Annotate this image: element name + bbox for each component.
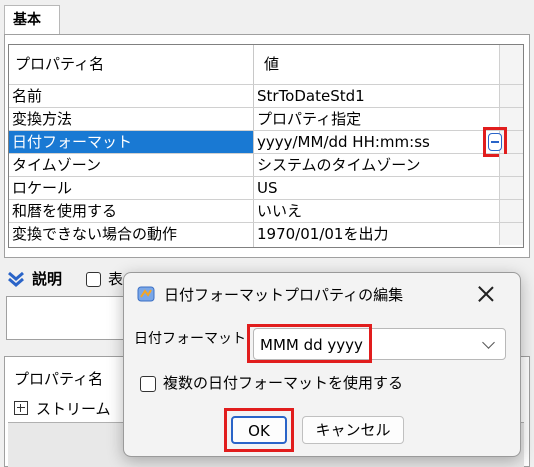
- row-extra-cell: [499, 108, 523, 130]
- row-extra-cell: [499, 177, 523, 199]
- close-icon[interactable]: [475, 283, 497, 305]
- multi-format-label[interactable]: 複数の日付フォーマットを使用する: [163, 373, 403, 393]
- chevron-down-icon: [482, 336, 495, 349]
- property-name: 和暦を使用する: [12, 202, 118, 220]
- property-grid: プロパティ名 値 名前 StrToDateStd1 変換方法 プロパティ指定 日…: [8, 44, 524, 248]
- cancel-button[interactable]: キャンセル: [302, 416, 404, 444]
- tab-basic[interactable]: 基本: [4, 5, 60, 35]
- property-name: 変換できない場合の動作: [12, 225, 178, 243]
- description-checkbox[interactable]: [86, 272, 101, 287]
- format-label: 日付フォーマット: [134, 331, 246, 347]
- header-extra-cell: [499, 45, 523, 84]
- table-row[interactable]: 変換できない場合の動作 1970/01/01を出力: [9, 223, 523, 246]
- row-extra-cell: [499, 200, 523, 222]
- expand-icon[interactable]: [14, 401, 28, 415]
- table-row[interactable]: 変換方法 プロパティ指定: [9, 108, 523, 131]
- tab-strip: [0, 0, 534, 34]
- property-name: 名前: [12, 87, 43, 105]
- table-row[interactable]: 名前 StrToDateStd1: [9, 85, 523, 108]
- app-icon: [137, 286, 155, 302]
- row-extra-cell: [499, 131, 523, 153]
- property-value[interactable]: US: [254, 177, 499, 199]
- property-name: タイムゾーン: [12, 156, 101, 174]
- property-name: 変換方法: [12, 110, 73, 128]
- description-checkbox-label: 表: [108, 270, 124, 288]
- table-row-selected[interactable]: 日付フォーマット yyyy/MM/dd HH:mm:ss: [9, 127, 523, 157]
- chevron-double-down-icon[interactable]: [6, 269, 26, 289]
- description-label: 説明: [32, 270, 63, 288]
- column-header-value[interactable]: 値: [254, 45, 499, 84]
- property-value[interactable]: StrToDateStd1: [254, 85, 499, 107]
- table-row[interactable]: ロケール US: [9, 177, 523, 200]
- property-value[interactable]: プロパティ指定: [254, 108, 499, 130]
- row-extra-cell: [499, 223, 523, 245]
- row-extra-cell: [499, 154, 523, 176]
- property-name: 日付フォーマット: [9, 131, 253, 153]
- grid-header-row: プロパティ名 値: [9, 45, 523, 85]
- lower-column-header: プロパティ名: [14, 370, 104, 388]
- column-header-name[interactable]: プロパティ名: [9, 45, 253, 84]
- property-value[interactable]: 1970/01/01を出力: [254, 223, 499, 245]
- multi-format-checkbox[interactable]: [140, 376, 156, 392]
- property-value[interactable]: いいえ: [254, 200, 499, 222]
- property-name: ロケール: [12, 179, 73, 197]
- property-value[interactable]: yyyy/MM/dd HH:mm:ss: [254, 131, 499, 153]
- edit-format-button[interactable]: [488, 133, 502, 151]
- stream-label[interactable]: ストリーム: [36, 398, 111, 419]
- property-value[interactable]: システムのタイムゾーン: [254, 154, 499, 176]
- table-row[interactable]: タイムゾーン システムのタイムゾーン: [9, 154, 523, 177]
- row-extra-cell: [499, 85, 523, 107]
- dialog-title: 日付フォーマットプロパティの編集: [164, 286, 404, 304]
- format-dialog: 日付フォーマットプロパティの編集 日付フォーマット MMM dd yyyy 複数…: [123, 272, 521, 457]
- format-select-value: MMM dd yyyy: [260, 336, 363, 354]
- table-row[interactable]: 和暦を使用する いいえ: [9, 200, 523, 223]
- format-select[interactable]: MMM dd yyyy: [253, 328, 506, 360]
- ok-button[interactable]: OK: [231, 416, 287, 444]
